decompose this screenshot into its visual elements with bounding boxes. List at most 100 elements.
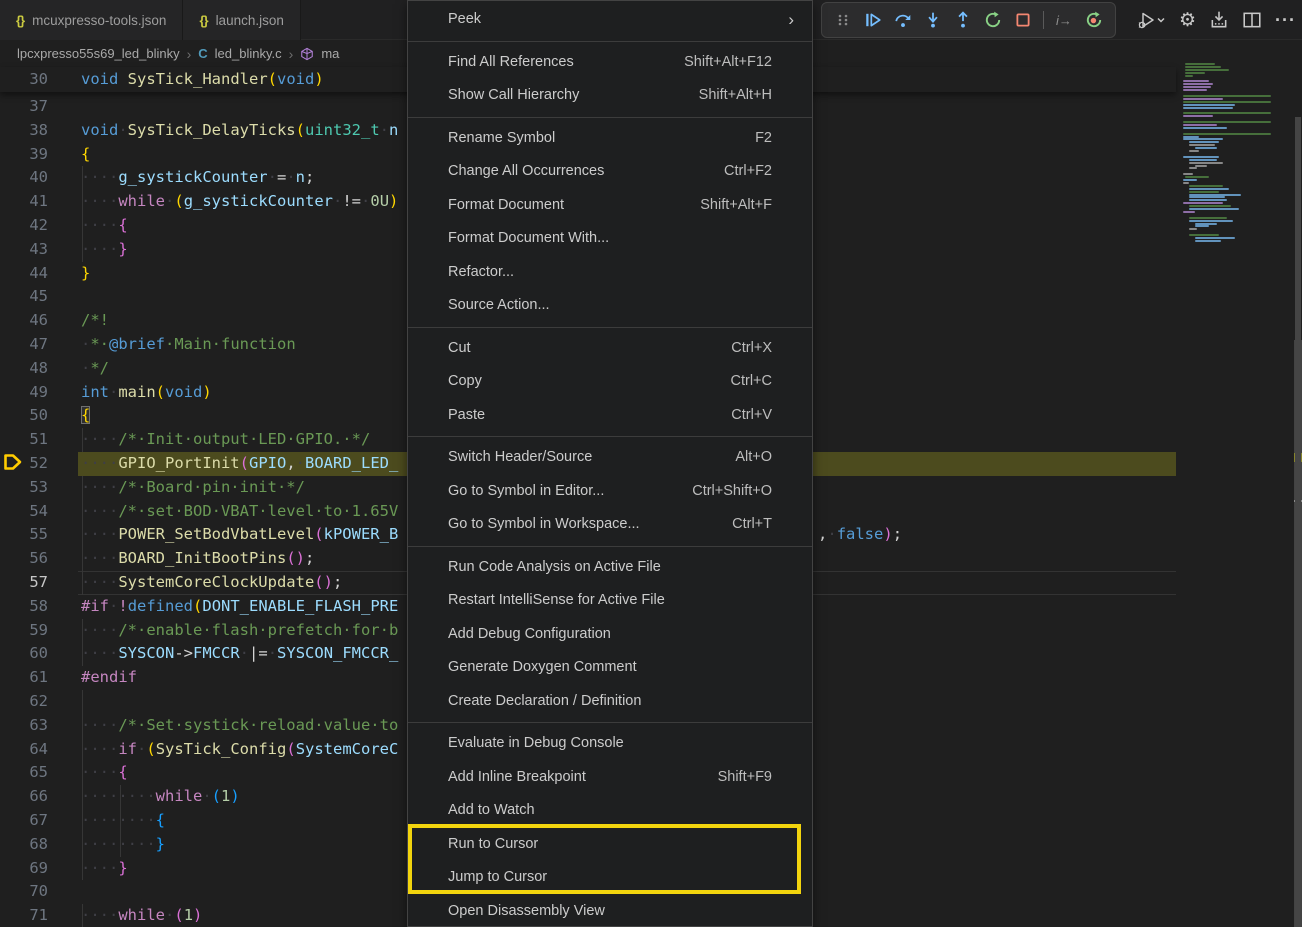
menu-item-jump-to-cursor[interactable]: Jump to Cursor bbox=[408, 861, 812, 895]
line-number[interactable]: 54 bbox=[0, 500, 48, 524]
code-token: ···· bbox=[81, 168, 118, 186]
line-number[interactable]: 47 bbox=[0, 333, 48, 357]
code-token: n bbox=[296, 168, 305, 186]
debug-step-into-button[interactable] bbox=[921, 8, 945, 32]
code-token: } bbox=[118, 240, 127, 258]
menu-item-go-to-symbol-in-workspace[interactable]: Go to Symbol in Workspace...Ctrl+T bbox=[408, 508, 812, 542]
debug-step-over-button[interactable] bbox=[891, 8, 915, 32]
debug-stop-button[interactable] bbox=[1011, 8, 1035, 32]
line-number[interactable]: 37 bbox=[0, 95, 48, 119]
more-actions-icon[interactable]: ··· bbox=[1275, 10, 1296, 31]
line-number[interactable]: 42 bbox=[0, 214, 48, 238]
menu-item-copy[interactable]: CopyCtrl+C bbox=[408, 365, 812, 399]
line-number[interactable]: 64 bbox=[0, 738, 48, 762]
context-menu-scrollbar[interactable] bbox=[1295, 117, 1301, 927]
minimap[interactable] bbox=[1183, 63, 1278, 363]
menu-item-generate-doxygen-comment[interactable]: Generate Doxygen Comment bbox=[408, 651, 812, 685]
reset-device-button[interactable] bbox=[1082, 8, 1106, 32]
line-number[interactable]: 45 bbox=[0, 285, 48, 309]
line-number[interactable]: 59 bbox=[0, 619, 48, 643]
line-number[interactable]: 40 bbox=[0, 166, 48, 190]
line-number[interactable]: 60 bbox=[0, 642, 48, 666]
menu-item-switch-header-source[interactable]: Switch Header/SourceAlt+O bbox=[408, 441, 812, 475]
line-number[interactable]: 56 bbox=[0, 547, 48, 571]
instruction-step-button[interactable]: i→ bbox=[1052, 8, 1076, 32]
line-number[interactable]: 69 bbox=[0, 857, 48, 881]
code-token: ) bbox=[202, 383, 211, 401]
code-text: ····} bbox=[81, 857, 128, 881]
debug-restart-button[interactable] bbox=[981, 8, 1005, 32]
menu-item-format-document[interactable]: Format DocumentShift+Alt+F bbox=[408, 189, 812, 223]
code-token: · bbox=[361, 192, 370, 210]
tab-launch-json[interactable]: {} launch.json bbox=[183, 0, 300, 40]
menu-item-label: Add Debug Configuration bbox=[448, 618, 611, 652]
debug-step-out-button[interactable] bbox=[951, 8, 975, 32]
code-token: ···· bbox=[81, 454, 118, 472]
menu-item-add-inline-breakpoint[interactable]: Add Inline BreakpointShift+F9 bbox=[408, 761, 812, 795]
flash-download-icon[interactable] bbox=[1209, 10, 1229, 30]
menu-item-evaluate-in-debug-console[interactable]: Evaluate in Debug Console bbox=[408, 727, 812, 761]
debug-continue-button[interactable] bbox=[861, 8, 885, 32]
toolbar-gripper-icon[interactable] bbox=[831, 8, 855, 32]
line-number[interactable]: 44 bbox=[0, 262, 48, 286]
line-number[interactable]: 53 bbox=[0, 476, 48, 500]
line-number[interactable]: 67 bbox=[0, 809, 48, 833]
menu-item-rename-symbol[interactable]: Rename SymbolF2 bbox=[408, 122, 812, 156]
code-token: · bbox=[240, 644, 249, 662]
line-number[interactable]: 68 bbox=[0, 833, 48, 857]
menu-item-change-all-occurrences[interactable]: Change All OccurrencesCtrl+F2 bbox=[408, 155, 812, 189]
debug-run-dropdown-button[interactable] bbox=[1136, 10, 1166, 30]
line-number[interactable]: 51 bbox=[0, 428, 48, 452]
menu-item-add-to-watch[interactable]: Add to Watch bbox=[408, 794, 812, 828]
line-number[interactable]: 38 bbox=[0, 119, 48, 143]
menu-item-open-disassembly-view[interactable]: Open Disassembly View bbox=[408, 895, 812, 927]
menu-item-peek[interactable]: Peek› bbox=[408, 3, 812, 37]
menu-item-cut[interactable]: CutCtrl+X bbox=[408, 332, 812, 366]
tab-mcuxpresso-tools-json[interactable]: {} mcuxpresso-tools.json bbox=[0, 0, 183, 40]
menu-item-create-declaration-definition[interactable]: Create Declaration / Definition bbox=[408, 685, 812, 719]
code-token: SYSCON bbox=[118, 644, 174, 662]
settings-gear-icon[interactable]: ⚙ bbox=[1179, 9, 1196, 32]
line-number[interactable]: 41 bbox=[0, 190, 48, 214]
line-number[interactable]: 71 bbox=[0, 904, 48, 927]
menu-item-format-document-with[interactable]: Format Document With... bbox=[408, 222, 812, 256]
line-number[interactable]: 39 bbox=[0, 143, 48, 167]
minimap-row bbox=[1183, 107, 1233, 109]
line-number[interactable]: 66 bbox=[0, 785, 48, 809]
menu-item-go-to-symbol-in-editor[interactable]: Go to Symbol in Editor...Ctrl+Shift+O bbox=[408, 475, 812, 509]
line-number[interactable]: 65 bbox=[0, 761, 48, 785]
menu-item-run-code-analysis-on-active-file[interactable]: Run Code Analysis on Active File bbox=[408, 551, 812, 585]
line-number[interactable]: 58 bbox=[0, 595, 48, 619]
menu-item-paste[interactable]: PasteCtrl+V bbox=[408, 399, 812, 433]
breadcrumb-item-symbol[interactable]: ma bbox=[321, 46, 339, 61]
code-text: ····{ bbox=[81, 761, 128, 785]
menu-item-refactor[interactable]: Refactor... bbox=[408, 256, 812, 290]
line-number[interactable]: 57 bbox=[0, 571, 48, 595]
code-token: ( bbox=[212, 787, 221, 805]
line-number[interactable]: 62 bbox=[0, 690, 48, 714]
line-number[interactable]: 55 bbox=[0, 523, 48, 547]
line-number[interactable]: 43 bbox=[0, 238, 48, 262]
menu-item-run-to-cursor[interactable]: Run to Cursor bbox=[408, 828, 812, 862]
breadcrumb-item-project[interactable]: lpcxpresso55s69_led_blinky bbox=[17, 46, 180, 61]
line-number[interactable]: 61 bbox=[0, 666, 48, 690]
split-editor-icon[interactable] bbox=[1242, 10, 1262, 30]
line-number[interactable]: 48 bbox=[0, 357, 48, 381]
minimap-row bbox=[1189, 234, 1219, 236]
line-number[interactable]: 46 bbox=[0, 309, 48, 333]
json-file-icon: {} bbox=[199, 13, 207, 28]
breadcrumb-item-file[interactable]: led_blinky.c bbox=[215, 46, 282, 61]
line-number[interactable]: 50 bbox=[0, 404, 48, 428]
minimap-row bbox=[1195, 225, 1209, 227]
line-number[interactable]: 49 bbox=[0, 381, 48, 405]
menu-item-find-all-references[interactable]: Find All ReferencesShift+Alt+F12 bbox=[408, 46, 812, 80]
line-number[interactable]: 63 bbox=[0, 714, 48, 738]
menu-item-label: Add Inline Breakpoint bbox=[448, 761, 586, 795]
menu-item-show-call-hierarchy[interactable]: Show Call HierarchyShift+Alt+H bbox=[408, 79, 812, 113]
code-token: ···· bbox=[81, 525, 118, 543]
menu-item-source-action[interactable]: Source Action... bbox=[408, 289, 812, 323]
menu-item-restart-intellisense-for-active-file[interactable]: Restart IntelliSense for Active File bbox=[408, 584, 812, 618]
menu-item-shortcut: Alt+O bbox=[735, 441, 772, 475]
line-number[interactable]: 70 bbox=[0, 880, 48, 904]
menu-item-add-debug-configuration[interactable]: Add Debug Configuration bbox=[408, 618, 812, 652]
